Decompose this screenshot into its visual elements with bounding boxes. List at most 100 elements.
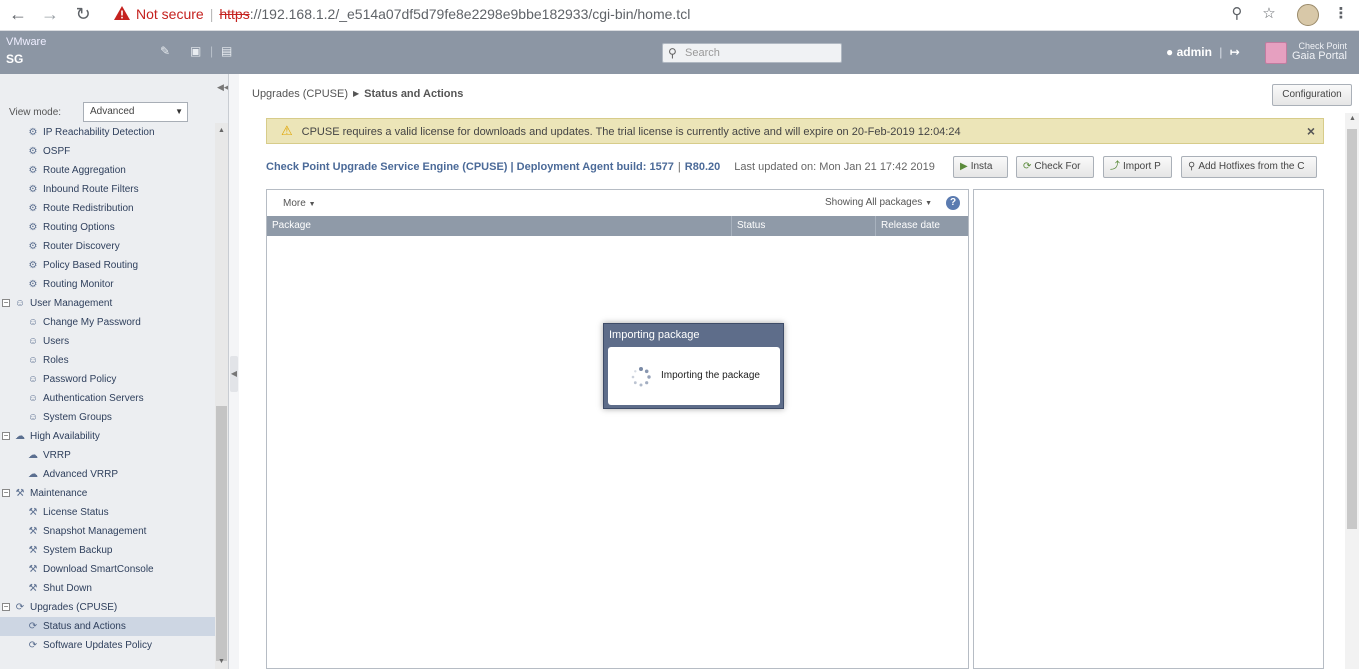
not-secure-label: Not secure	[136, 6, 204, 22]
sidebar-splitter[interactable]: ◀	[229, 74, 239, 669]
sidebar-scrollbar[interactable]: ▲ ▼	[215, 123, 228, 669]
collapse-toggle-icon[interactable]: −	[2, 603, 10, 611]
scroll-up-icon[interactable]: ▲	[218, 127, 225, 134]
sidebar-item-label: VRRP	[43, 450, 71, 461]
check-for-updates-button[interactable]: ⟳ Check For	[1016, 156, 1094, 178]
install-button[interactable]: ▶ Insta	[953, 156, 1008, 178]
sidebar-item-label: Inbound Route Filters	[43, 184, 139, 195]
profile-avatar[interactable]	[1297, 4, 1319, 26]
package-details-panel	[973, 189, 1324, 669]
sidebar-item-upgrades-cpuse[interactable]: − ⟳ Upgrades (CPUSE)	[0, 598, 215, 617]
more-menu[interactable]: More ▼	[283, 198, 316, 209]
sidebar-item-snapshot-management[interactable]: ⚒ Snapshot Management	[0, 522, 215, 541]
install-icon: ▶	[960, 161, 968, 172]
sidebar-item-users[interactable]: ☺ Users	[0, 332, 215, 351]
sidebar-item-label: System Groups	[43, 412, 112, 423]
main-scroll-thumb[interactable]	[1347, 129, 1357, 529]
sidebar-item-inbound-route-filters[interactable]: ⚙ Inbound Route Filters	[0, 180, 215, 199]
sidebar-item-license-status[interactable]: ⚒ License Status	[0, 503, 215, 522]
sidebar-item-label: Maintenance	[30, 488, 88, 499]
column-status[interactable]: Status	[732, 216, 876, 236]
sidebar-item-label: Software Updates Policy	[43, 640, 152, 651]
import-package-button[interactable]: ⤴ Import P	[1103, 156, 1172, 178]
document-icon[interactable]: ▤	[221, 44, 232, 58]
route-icon: ⚙	[28, 279, 38, 290]
zoom-icon[interactable]: ⚲	[1226, 4, 1248, 24]
browser-menu-icon[interactable]: ⋮	[1330, 4, 1352, 24]
sidebar-item-label: OSPF	[43, 146, 71, 157]
pencil-icon[interactable]: ✎	[160, 44, 170, 58]
search-icon: ⚲	[1188, 161, 1196, 172]
sidebar-item-label: High Availability	[30, 431, 100, 442]
dialog-title: Importing package	[609, 329, 700, 341]
sidebar-item-software-updates-policy[interactable]: ⟳ Software Updates Policy	[0, 636, 215, 655]
sidebar-item-route-redistribution[interactable]: ⚙ Route Redistribution	[0, 199, 215, 218]
splitter-handle[interactable]: ◀	[230, 356, 238, 392]
warning-icon	[114, 6, 130, 20]
sidebar-item-route-aggregation[interactable]: ⚙ Route Aggregation	[0, 161, 215, 180]
wrench-icon: ⚒	[28, 507, 38, 518]
sidebar-item-password-policy[interactable]: ☺ Password Policy	[0, 370, 215, 389]
scroll-up-icon[interactable]: ▲	[1349, 115, 1356, 122]
sidebar-item-high-availability[interactable]: − ☁ High Availability	[0, 427, 215, 446]
logout-icon[interactable]: ↦	[1230, 45, 1240, 59]
sidebar-scroll-thumb[interactable]	[216, 406, 227, 661]
forward-icon[interactable]: →	[38, 4, 62, 24]
users-icon: ☺	[27, 317, 39, 328]
terminal-icon[interactable]: ▣	[190, 44, 201, 58]
collapse-toggle-icon[interactable]: −	[2, 299, 10, 307]
sidebar-item-shut-down[interactable]: ⚒ Shut Down	[0, 579, 215, 598]
add-hotfixes-button[interactable]: ⚲ Add Hotfixes from the C	[1181, 156, 1317, 178]
configuration-button[interactable]: Configuration	[1272, 84, 1352, 106]
search-placeholder: Search	[685, 47, 720, 59]
sidebar-item-system-backup[interactable]: ⚒ System Backup	[0, 541, 215, 560]
sidebar-item-download-smartconsole[interactable]: ⚒ Download SmartConsole	[0, 560, 215, 579]
sidebar-item-roles[interactable]: ☺ Roles	[0, 351, 215, 370]
sidebar-item-policy-based-routing[interactable]: ⚙ Policy Based Routing	[0, 256, 215, 275]
wrench-icon: ⚒	[28, 526, 38, 537]
collapse-toggle-icon[interactable]: −	[2, 489, 10, 497]
sidebar-item-advanced-vrrp[interactable]: ☁ Advanced VRRP	[0, 465, 215, 484]
vendor-label: VMware	[6, 36, 47, 48]
sidebar-item-ip-reachability-detection[interactable]: ⚙ IP Reachability Detection	[0, 123, 215, 142]
bookmark-star-icon[interactable]: ☆	[1258, 4, 1280, 24]
address-bar[interactable]: Not secure | https://192.168.1.2/_e514a07d…	[104, 3, 1254, 25]
scroll-down-icon[interactable]: ▼	[218, 658, 225, 665]
view-mode-label: View mode:	[9, 107, 62, 118]
sidebar-item-label: Password Policy	[43, 374, 117, 385]
main-scrollbar[interactable]: ▲	[1345, 113, 1359, 669]
user-menu[interactable]: ● admin | ↦	[1166, 45, 1240, 59]
sidebar-item-change-my-password[interactable]: ☺ Change My Password	[0, 313, 215, 332]
column-release-date[interactable]: Release date	[876, 216, 968, 236]
sidebar-item-label: User Management	[30, 298, 113, 309]
sidebar-item-label: Snapshot Management	[43, 526, 147, 537]
help-icon[interactable]: ?	[946, 196, 960, 210]
users-icon: ☺	[27, 412, 39, 423]
sidebar-item-maintenance[interactable]: − ⚒ Maintenance	[0, 484, 215, 503]
column-package[interactable]: Package	[267, 216, 732, 236]
deployment-agent-info: Check Point Upgrade Service Engine (CPUS…	[266, 161, 935, 173]
dialog-body: Importing the package	[608, 347, 780, 405]
collapse-toggle-icon[interactable]: −	[2, 432, 10, 440]
breadcrumb: Upgrades (CPUSE) ▶ Status and Actions	[252, 88, 463, 100]
sidebar-item-ospf[interactable]: ⚙ OSPF	[0, 142, 215, 161]
url-path: ://192.168.1.2/_e514a07df5d79fe8e2298e9b…	[249, 6, 691, 22]
sidebar-item-user-management[interactable]: − ☺ User Management	[0, 294, 215, 313]
sidebar-item-routing-options[interactable]: ⚙ Routing Options	[0, 218, 215, 237]
breadcrumb-parent[interactable]: Upgrades (CPUSE)	[252, 88, 348, 100]
sidebar-item-vrrp[interactable]: ☁ VRRP	[0, 446, 215, 465]
sidebar-item-status-and-actions[interactable]: ⟳ Status and Actions	[0, 617, 215, 636]
package-filter[interactable]: Showing All packages ▼	[825, 197, 932, 208]
refresh-icon: ⟳	[28, 640, 38, 651]
search-input[interactable]: ⚲ Search	[662, 43, 842, 63]
sidebar-item-routing-monitor[interactable]: ⚙ Routing Monitor	[0, 275, 215, 294]
sidebar-item-authentication-servers[interactable]: ☺ Authentication Servers	[0, 389, 215, 408]
collapse-sidebar-icon[interactable]: ◀◀	[217, 82, 228, 93]
sidebar-item-router-discovery[interactable]: ⚙ Router Discovery	[0, 237, 215, 256]
packages-grid: More ▼ Showing All packages ▼ ? Package …	[266, 189, 969, 669]
view-mode-select[interactable]: Advanced ▼	[83, 102, 188, 122]
reload-icon[interactable]: ↻	[71, 4, 95, 24]
back-icon[interactable]: ←	[6, 4, 30, 24]
sidebar-item-system-groups[interactable]: ☺ System Groups	[0, 408, 215, 427]
close-icon[interactable]: ×	[1307, 119, 1315, 143]
